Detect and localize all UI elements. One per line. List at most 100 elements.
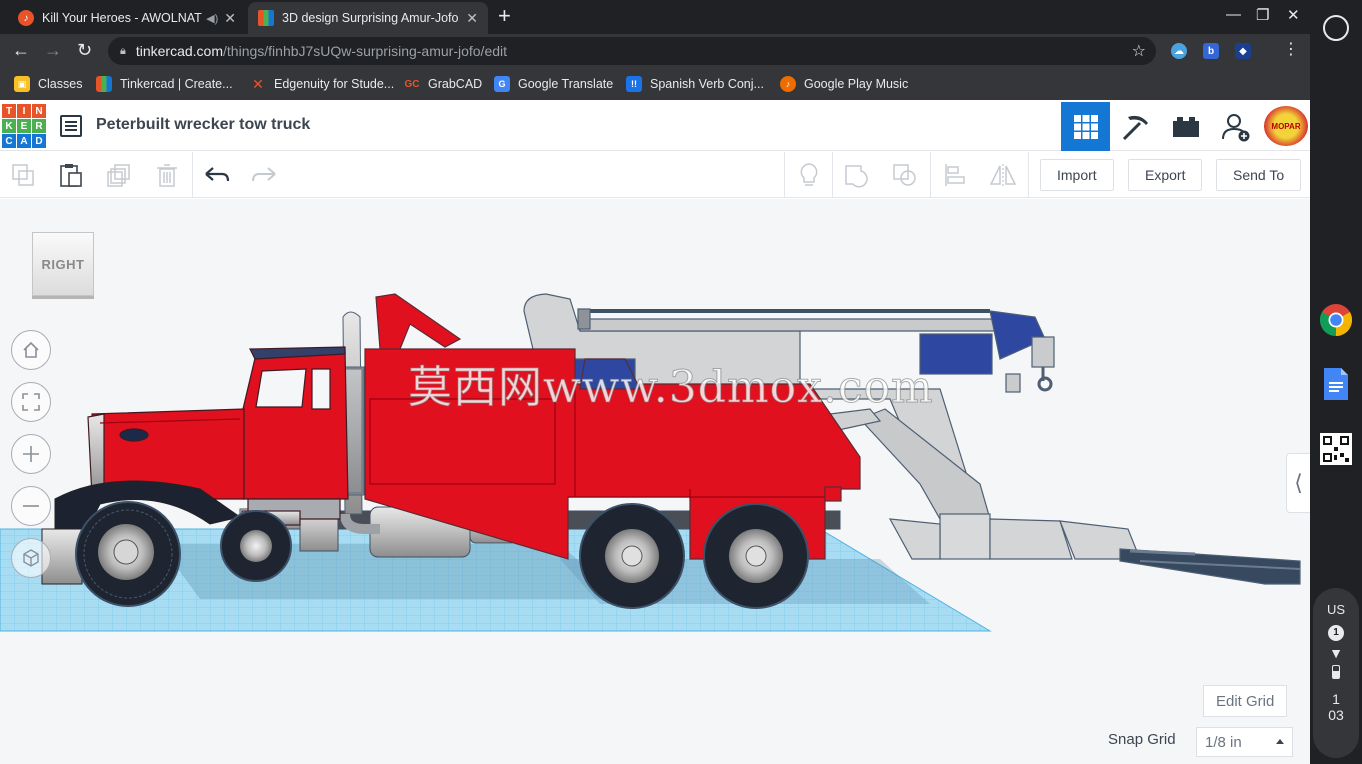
truck-cab[interactable] <box>241 346 349 526</box>
fit-view-button[interactable] <box>11 382 51 422</box>
close-tab-icon[interactable]: ✕ <box>466 10 478 27</box>
bookmark-spanish-verb[interactable]: !! Spanish Verb Conj... <box>626 68 764 100</box>
clock-minute: 03 <box>1328 707 1344 723</box>
wheel-drive-2[interactable] <box>703 503 809 609</box>
duplicate-button[interactable] <box>96 152 142 198</box>
tab-strip: ♪ Kill Your Heroes - AWOLNATION ◀) ✕ 3D … <box>0 0 1310 34</box>
shield-extension-icon[interactable]: ◆ <box>1235 43 1251 59</box>
align-button[interactable] <box>932 152 978 198</box>
url-host: tinkercad.com <box>135 43 224 59</box>
duplicate-icon <box>107 164 130 187</box>
watermark-text: 莫西网www.3dmox.com <box>408 362 934 414</box>
launcher-icon[interactable] <box>1323 15 1349 41</box>
mirror-button[interactable] <box>980 152 1026 198</box>
qr-app-icon[interactable] <box>1318 431 1354 467</box>
copy-icon <box>12 164 34 186</box>
delete-button[interactable] <box>144 152 190 198</box>
tab-kill-your-heroes[interactable]: ♪ Kill Your Heroes - AWOLNATION ◀) ✕ <box>8 2 246 34</box>
wifi-icon: ▼ <box>1329 645 1343 661</box>
forward-icon[interactable]: → <box>44 40 62 60</box>
home-icon <box>23 341 39 358</box>
address-bar[interactable]: 🔒︎ tinkercad.com/things/finhbJ7sUQw-surp… <box>108 37 1156 65</box>
bookmark-edgenuity[interactable]: ✕ Edgenuity for Stude... <box>250 68 394 100</box>
zoom-out-button[interactable] <box>11 486 51 526</box>
bookmark-star-icon[interactable]: ☆ <box>1132 41 1146 61</box>
brick-icon <box>1173 116 1199 137</box>
import-button[interactable]: Import <box>1040 159 1114 191</box>
reload-icon[interactable]: ↻ <box>77 40 92 60</box>
lightbulb-icon <box>800 163 818 186</box>
add-user-icon <box>1222 113 1250 141</box>
b-extension-icon[interactable]: b <box>1203 43 1219 59</box>
trash-icon <box>157 164 177 187</box>
bookmark-google-translate[interactable]: G Google Translate <box>494 68 613 100</box>
design-list-icon[interactable] <box>60 115 82 137</box>
3d-view-button[interactable] <box>1061 102 1110 151</box>
tab-3d-design[interactable]: 3D design Surprising Amur-Jofo ✕ <box>248 2 488 34</box>
translate-icon: G <box>494 76 510 92</box>
bookmark-grabcad[interactable]: GC GrabCAD <box>404 68 483 100</box>
menu-kebab-icon[interactable]: ⋮ <box>1283 40 1299 60</box>
home-view-button[interactable] <box>11 330 51 370</box>
status-tray[interactable]: US 1 ▼ 1 03 <box>1313 588 1359 758</box>
caret-up-icon <box>1276 739 1284 744</box>
os-shelf: US 1 ▼ 1 03 <box>1310 0 1362 764</box>
grabcad-icon: GC <box>404 78 420 90</box>
snap-grid-label: Snap Grid <box>1108 731 1176 748</box>
new-tab-icon[interactable]: + <box>498 5 511 27</box>
group-icon <box>845 165 868 188</box>
docs-app-icon[interactable] <box>1318 366 1354 402</box>
undo-button[interactable] <box>194 152 240 198</box>
wheel-steer-rear <box>220 510 292 582</box>
design-title[interactable]: Peterbuilt wrecker tow truck <box>96 116 310 134</box>
ungroup-button[interactable] <box>882 152 928 198</box>
workplane[interactable]: 莫西网www.3dmox.com RIGHT ⟨ Edit Grid Snap … <box>0 199 1310 764</box>
collapse-panel-button[interactable]: ⟨ <box>1286 453 1310 513</box>
edit-toolbar: Import Export Send To <box>0 152 1310 198</box>
minus-icon <box>23 505 39 507</box>
tinkercad-header: TIN KER CAD Peterbuilt wrecker tow truck <box>0 102 1310 151</box>
3d-scene[interactable] <box>0 199 1310 764</box>
copy-button[interactable] <box>0 152 46 198</box>
redo-button[interactable] <box>241 152 287 198</box>
bookmark-tinkercad[interactable]: Tinkercad | Create... <box>96 68 233 100</box>
tinkercad-favicon-icon <box>258 10 274 26</box>
redo-icon <box>252 167 276 182</box>
mute-icon[interactable]: ◀) <box>206 12 218 25</box>
export-button[interactable]: Export <box>1128 159 1203 191</box>
chrome-app-icon[interactable] <box>1318 302 1354 338</box>
edgenuity-icon: ✕ <box>252 75 264 92</box>
back-icon[interactable]: ← <box>12 40 30 60</box>
pickaxe-icon <box>1122 115 1148 140</box>
paste-button[interactable] <box>48 152 94 198</box>
bookmark-google-play-music[interactable]: ♪ Google Play Music <box>780 68 908 100</box>
zoom-in-button[interactable] <box>11 434 51 474</box>
share-user-button[interactable] <box>1211 102 1261 151</box>
bookmark-classes[interactable]: ▣ Classes <box>14 68 82 100</box>
browser-window: ♪ Kill Your Heroes - AWOLNATION ◀) ✕ 3D … <box>0 0 1310 764</box>
avatar[interactable]: MOPAR <box>1264 106 1308 146</box>
send-to-button[interactable]: Send To <box>1216 159 1302 191</box>
close-tab-icon[interactable]: ✕ <box>224 10 236 27</box>
close-window-icon[interactable]: ✕ <box>1287 6 1300 24</box>
bricks-button[interactable] <box>1161 102 1211 151</box>
wheel-front[interactable] <box>75 501 181 607</box>
minecraft-pickaxe-button[interactable] <box>1111 102 1161 151</box>
clipboard-icon <box>60 164 82 187</box>
ungroup-icon <box>893 164 916 186</box>
under-lift-arm[interactable] <box>829 408 1301 585</box>
perspective-button[interactable] <box>11 538 51 578</box>
snap-grid-select[interactable]: 1/8 in <box>1196 727 1293 757</box>
minimize-icon[interactable]: — <box>1226 6 1241 23</box>
tinkercad-icon <box>96 76 112 92</box>
tinkercad-logo[interactable]: TIN KER CAD <box>2 104 46 148</box>
restore-icon[interactable]: ❐ <box>1256 6 1269 24</box>
browser-toolbar: ← → ↻ 🔒︎ tinkercad.com/things/finhbJ7sUQ… <box>0 34 1310 68</box>
group-button[interactable] <box>834 152 880 198</box>
cloud-extension-icon[interactable]: ☁ <box>1171 43 1187 59</box>
notes-button[interactable] <box>786 152 832 198</box>
view-cube[interactable]: RIGHT <box>32 232 94 296</box>
tab-title: Kill Your Heroes - AWOLNATION <box>42 11 202 25</box>
edit-grid-button[interactable]: Edit Grid <box>1203 685 1288 717</box>
wheel-drive-1[interactable] <box>579 503 685 609</box>
